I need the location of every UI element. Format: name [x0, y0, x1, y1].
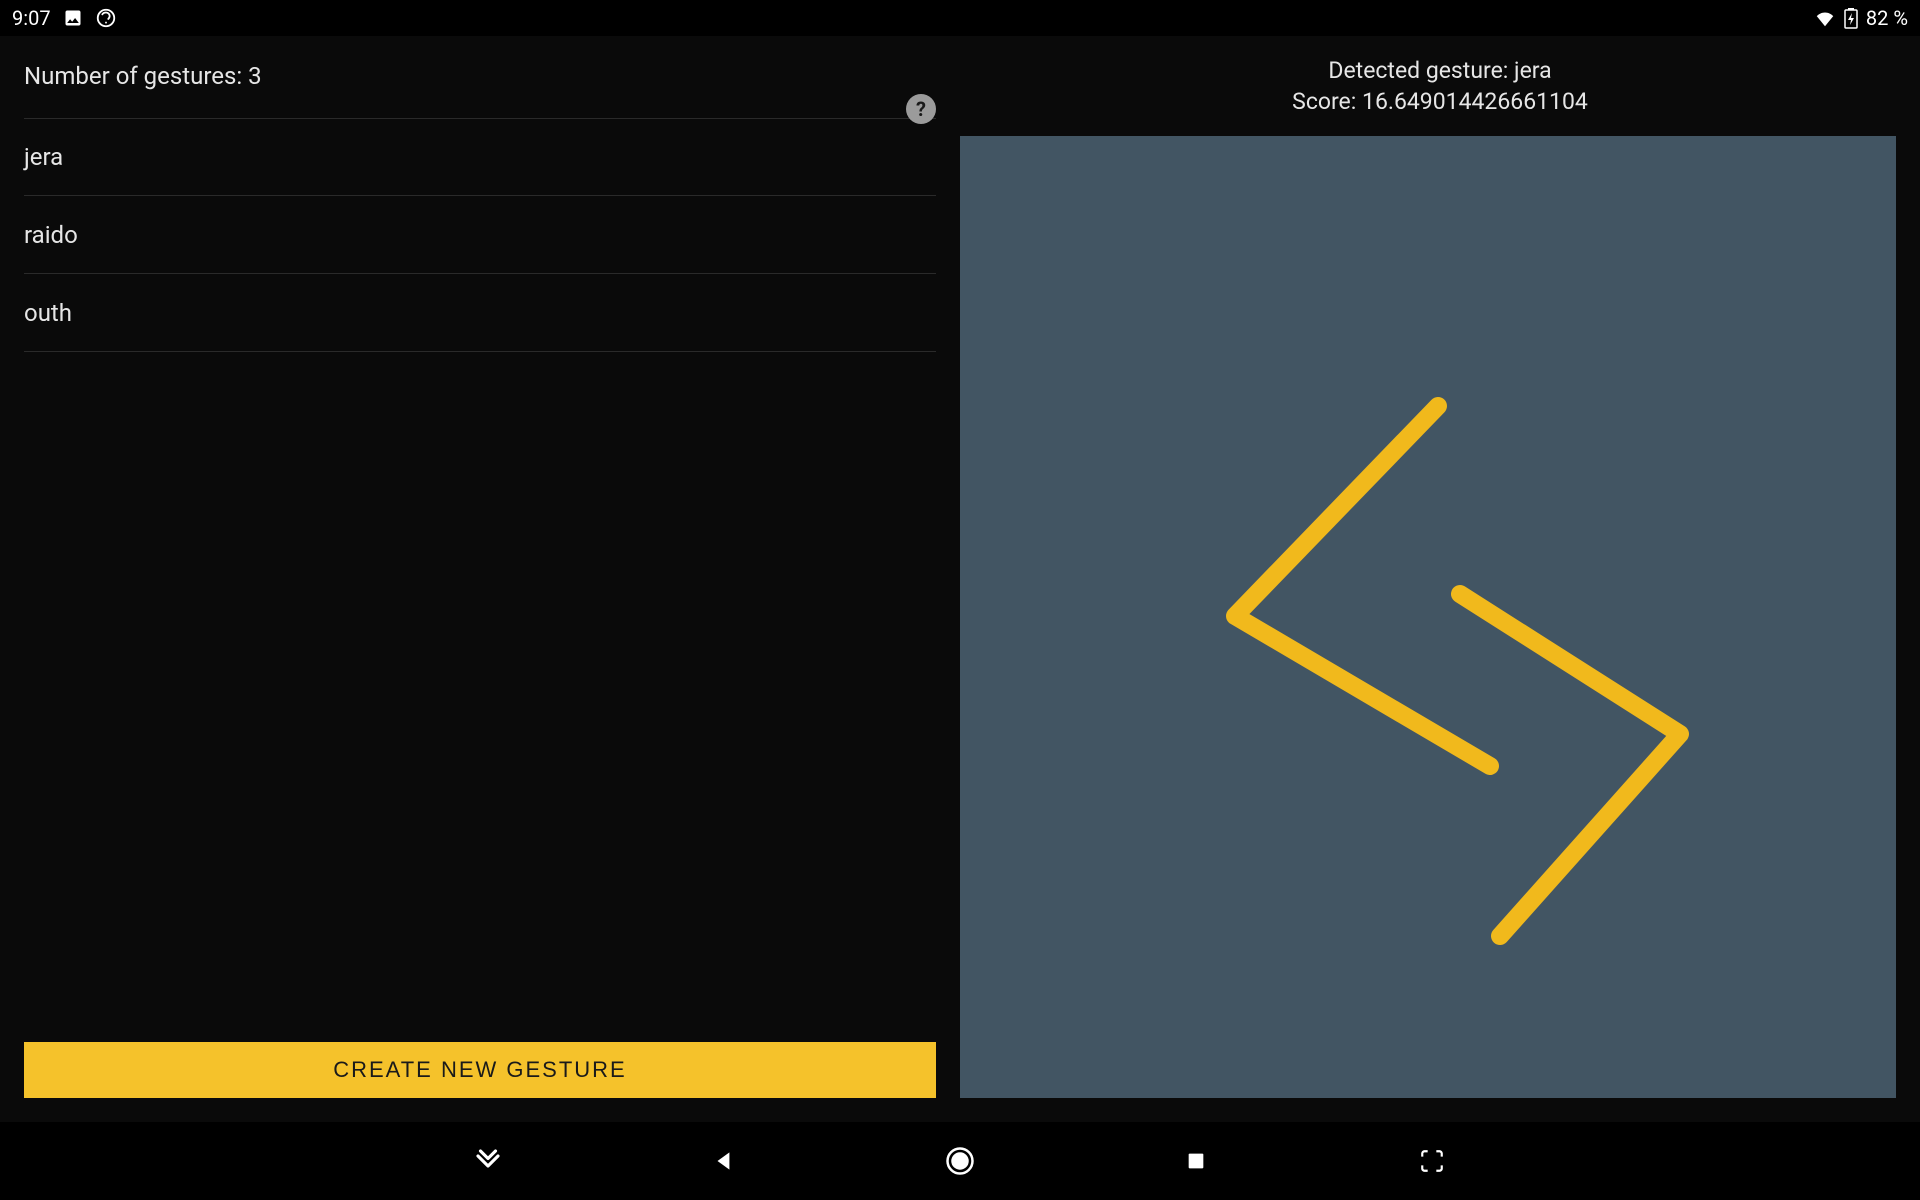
detection-result: Detected gesture: jera Score: 16.6490144… — [960, 36, 1920, 136]
nav-home-icon[interactable] — [942, 1143, 978, 1179]
score-line: Score: 16.649014426661104 — [1292, 86, 1588, 117]
detected-gesture-line: Detected gesture: jera — [1328, 55, 1551, 86]
status-left: 9:07 — [12, 6, 117, 30]
list-item[interactable]: raido — [24, 196, 936, 274]
app-body: Number of gestures: 3 ? jera raido outh … — [0, 36, 1920, 1122]
help-icon[interactable]: ? — [906, 94, 936, 124]
create-gesture-button[interactable]: CREATE NEW GESTURE — [24, 1042, 936, 1098]
gesture-list: jera raido outh — [0, 100, 960, 1042]
battery-percent: 82 % — [1866, 6, 1908, 30]
image-icon — [63, 8, 83, 28]
left-panel: Number of gestures: 3 ? jera raido outh … — [0, 36, 960, 1122]
navigation-bar — [0, 1122, 1920, 1200]
right-panel: Detected gesture: jera Score: 16.6490144… — [960, 36, 1920, 1122]
list-item-label: outh — [24, 299, 72, 327]
status-bar: 9:07 82 % — [0, 0, 1920, 36]
list-item-label: raido — [24, 221, 78, 249]
list-item[interactable]: jera — [24, 118, 936, 196]
status-time: 9:07 — [12, 6, 51, 30]
gesture-count-label: Number of gestures: 3 — [0, 36, 960, 100]
gesture-canvas[interactable] — [960, 136, 1896, 1098]
gesture-stroke — [960, 136, 1896, 1098]
status-right: 82 % — [1814, 6, 1908, 30]
battery-charging-icon — [1844, 7, 1858, 29]
list-item[interactable]: outh — [24, 274, 936, 352]
nav-screenshot-icon[interactable] — [1414, 1143, 1450, 1179]
nav-down-chevron-icon[interactable] — [470, 1143, 506, 1179]
no-sync-icon — [95, 7, 117, 29]
nav-recents-icon[interactable] — [1178, 1143, 1214, 1179]
wifi-icon — [1814, 7, 1836, 29]
nav-back-icon[interactable] — [706, 1143, 742, 1179]
list-item-label: jera — [24, 143, 63, 171]
